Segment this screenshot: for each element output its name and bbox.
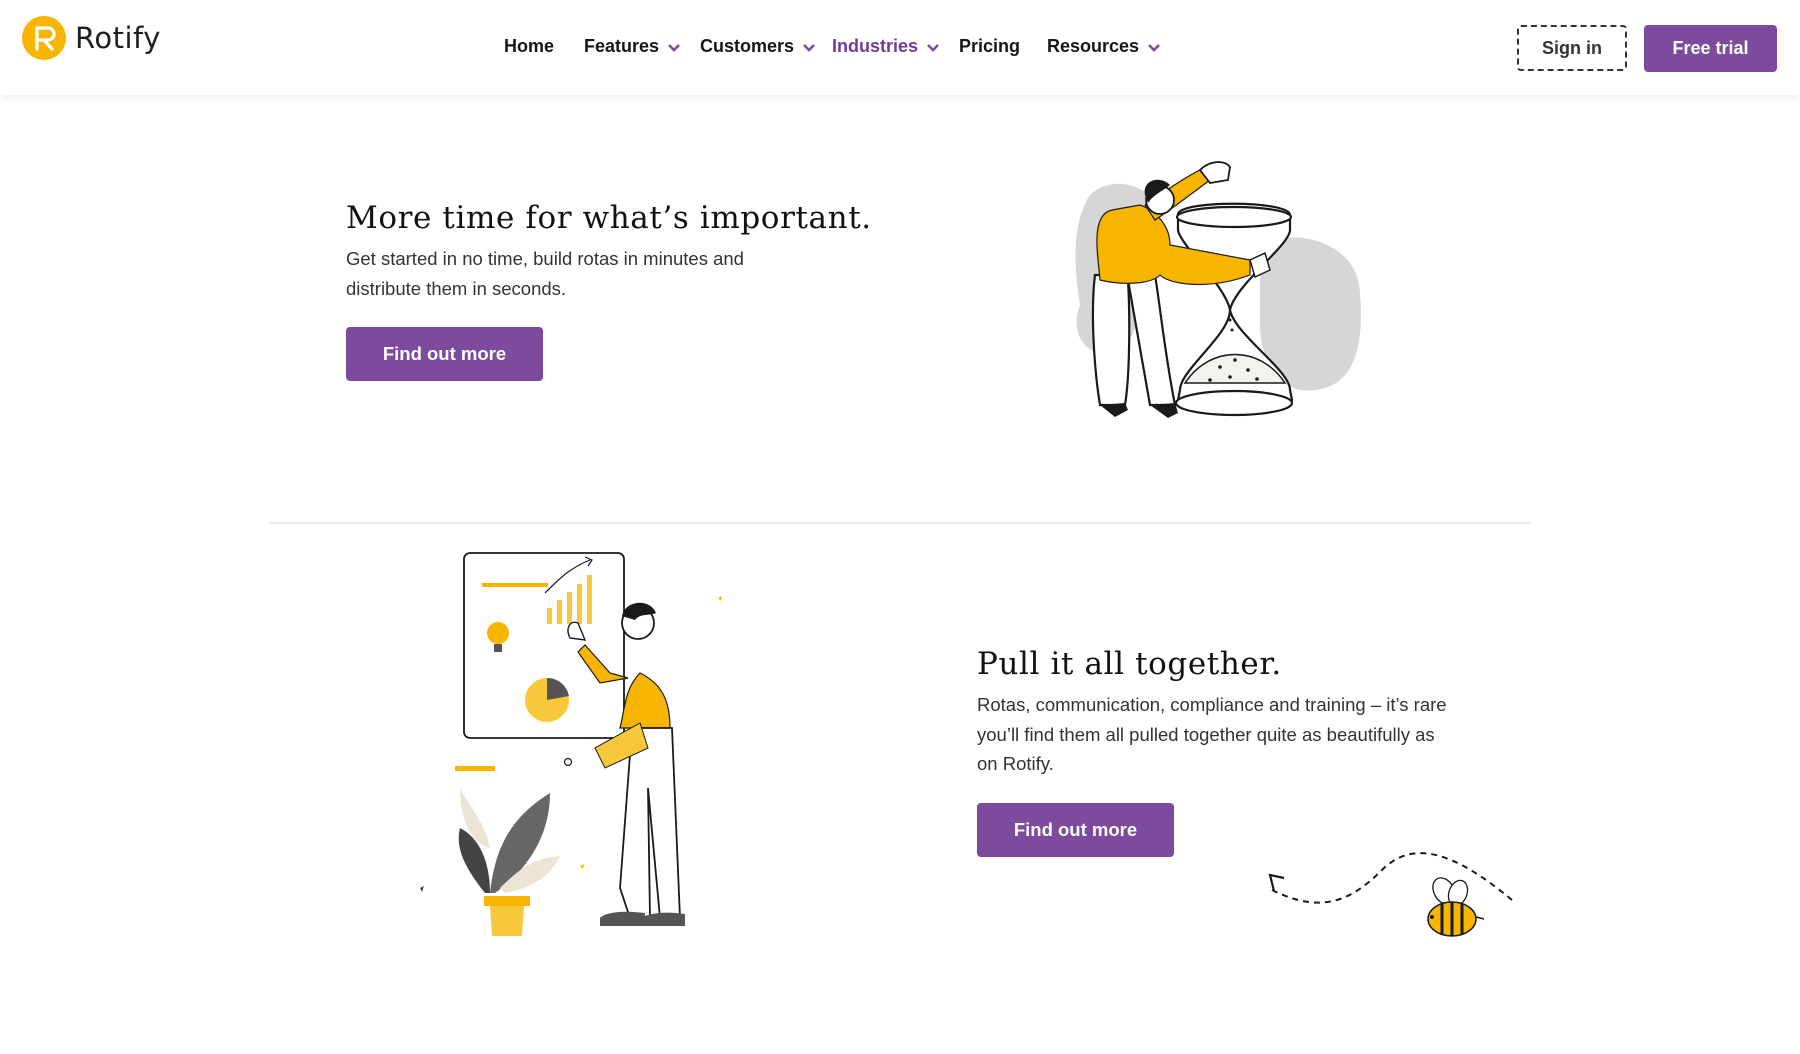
- nav-features-label: Features: [584, 36, 660, 56]
- section-2-body-line-3: on Rotify.: [977, 753, 1054, 774]
- nav-pricing[interactable]: Pricing: [959, 36, 1020, 57]
- find-out-more-button-1[interactable]: Find out more: [346, 327, 543, 381]
- sign-in-button[interactable]: Sign in: [1517, 25, 1627, 71]
- section-divider: [269, 522, 1531, 524]
- chevron-down-icon: [927, 43, 939, 52]
- section-2-body-line-1: Rotas, communication, compliance and tra…: [977, 694, 1447, 715]
- nav-home[interactable]: Home: [504, 36, 554, 57]
- chevron-down-icon: [1148, 43, 1160, 52]
- nav-home-label: Home: [504, 36, 555, 56]
- free-trial-button[interactable]: Free trial: [1644, 25, 1777, 72]
- section-1-body-line-2: distribute them in seconds.: [346, 277, 567, 299]
- chevron-down-icon: [668, 43, 680, 52]
- bee-icon: [1427, 877, 1485, 937]
- section-2-body: Rotas, communication, compliance and tra…: [977, 690, 1447, 779]
- hourglass-person-illustration: [1075, 161, 1361, 418]
- nav-industries[interactable]: Industries: [832, 36, 939, 57]
- find-out-more-button-2[interactable]: Find out more: [977, 803, 1174, 857]
- section-1-body: Get started in no time, build rotas in m…: [346, 244, 744, 303]
- nav-resources-label: Resources: [1047, 36, 1140, 56]
- chevron-down-icon: [803, 43, 815, 52]
- section-1-body-line-1: Get started in no time, build rotas in m…: [346, 248, 744, 269]
- presentation-person-illustration: [420, 552, 722, 936]
- nav-industries-label: Industries: [832, 36, 919, 56]
- section-1-heading: More time for what’s important.: [346, 200, 872, 236]
- bee-flight-decoration: [1268, 852, 1513, 937]
- site-header: Rotify Home Features Customers Industrie…: [0, 0, 1800, 95]
- nav-customers-label: Customers: [700, 36, 795, 56]
- section-2-body-line-2: you’ll find them all pulled together qui…: [977, 723, 1435, 745]
- flight-path: [1271, 852, 1513, 904]
- nav-resources[interactable]: Resources: [1047, 36, 1160, 57]
- nav-customers[interactable]: Customers: [700, 36, 815, 57]
- nav-pricing-label: Pricing: [959, 36, 1021, 56]
- arrow-icon: [1268, 873, 1285, 892]
- section-2-heading: Pull it all together.: [977, 646, 1282, 682]
- nav-features[interactable]: Features: [584, 36, 680, 57]
